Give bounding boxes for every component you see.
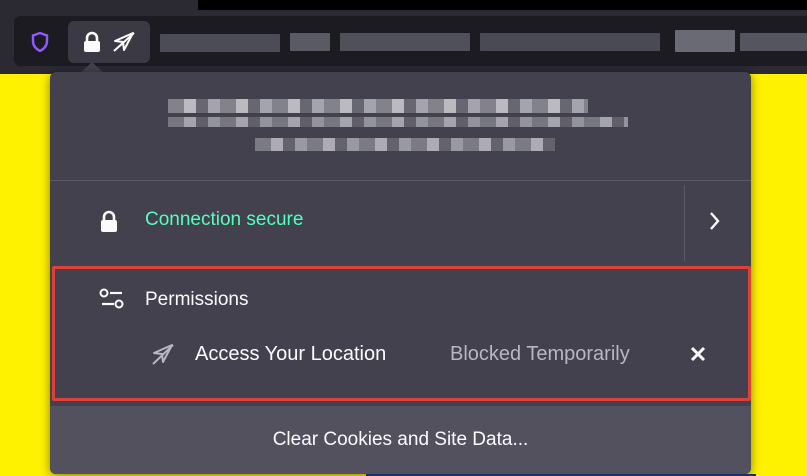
clear-cookies-button[interactable]: Clear Cookies and Site Data... [267,428,535,452]
lock-icon [101,210,117,232]
chevron-right-icon[interactable] [706,207,724,235]
tab-strip [198,0,807,10]
location-blocked-icon [113,32,135,52]
shield-icon [31,32,49,52]
connection-status-label: Connection secure [145,209,304,230]
browser-toolbar [0,0,807,74]
permission-state: Blocked Temporarily [450,343,630,365]
clear-permission-button[interactable] [687,343,709,365]
site-identity-button[interactable] [68,21,150,63]
panel-footer: Clear Cookies and Site Data... [50,406,751,474]
separator [50,180,751,181]
separator [684,185,685,261]
connection-row[interactable]: Connection secure [50,185,751,261]
site-info-panel: Connection secure Permissions Access You… [50,72,751,474]
tracking-protection-button[interactable] [22,24,58,60]
permissions-icon [99,288,124,309]
location-blocked-icon [152,344,174,365]
lock-icon [84,31,100,52]
close-icon [690,346,706,362]
permissions-section: Permissions Access Your Location Blocked… [52,266,751,401]
permissions-title: Permissions [145,289,249,310]
permission-label: Access Your Location [195,343,387,365]
